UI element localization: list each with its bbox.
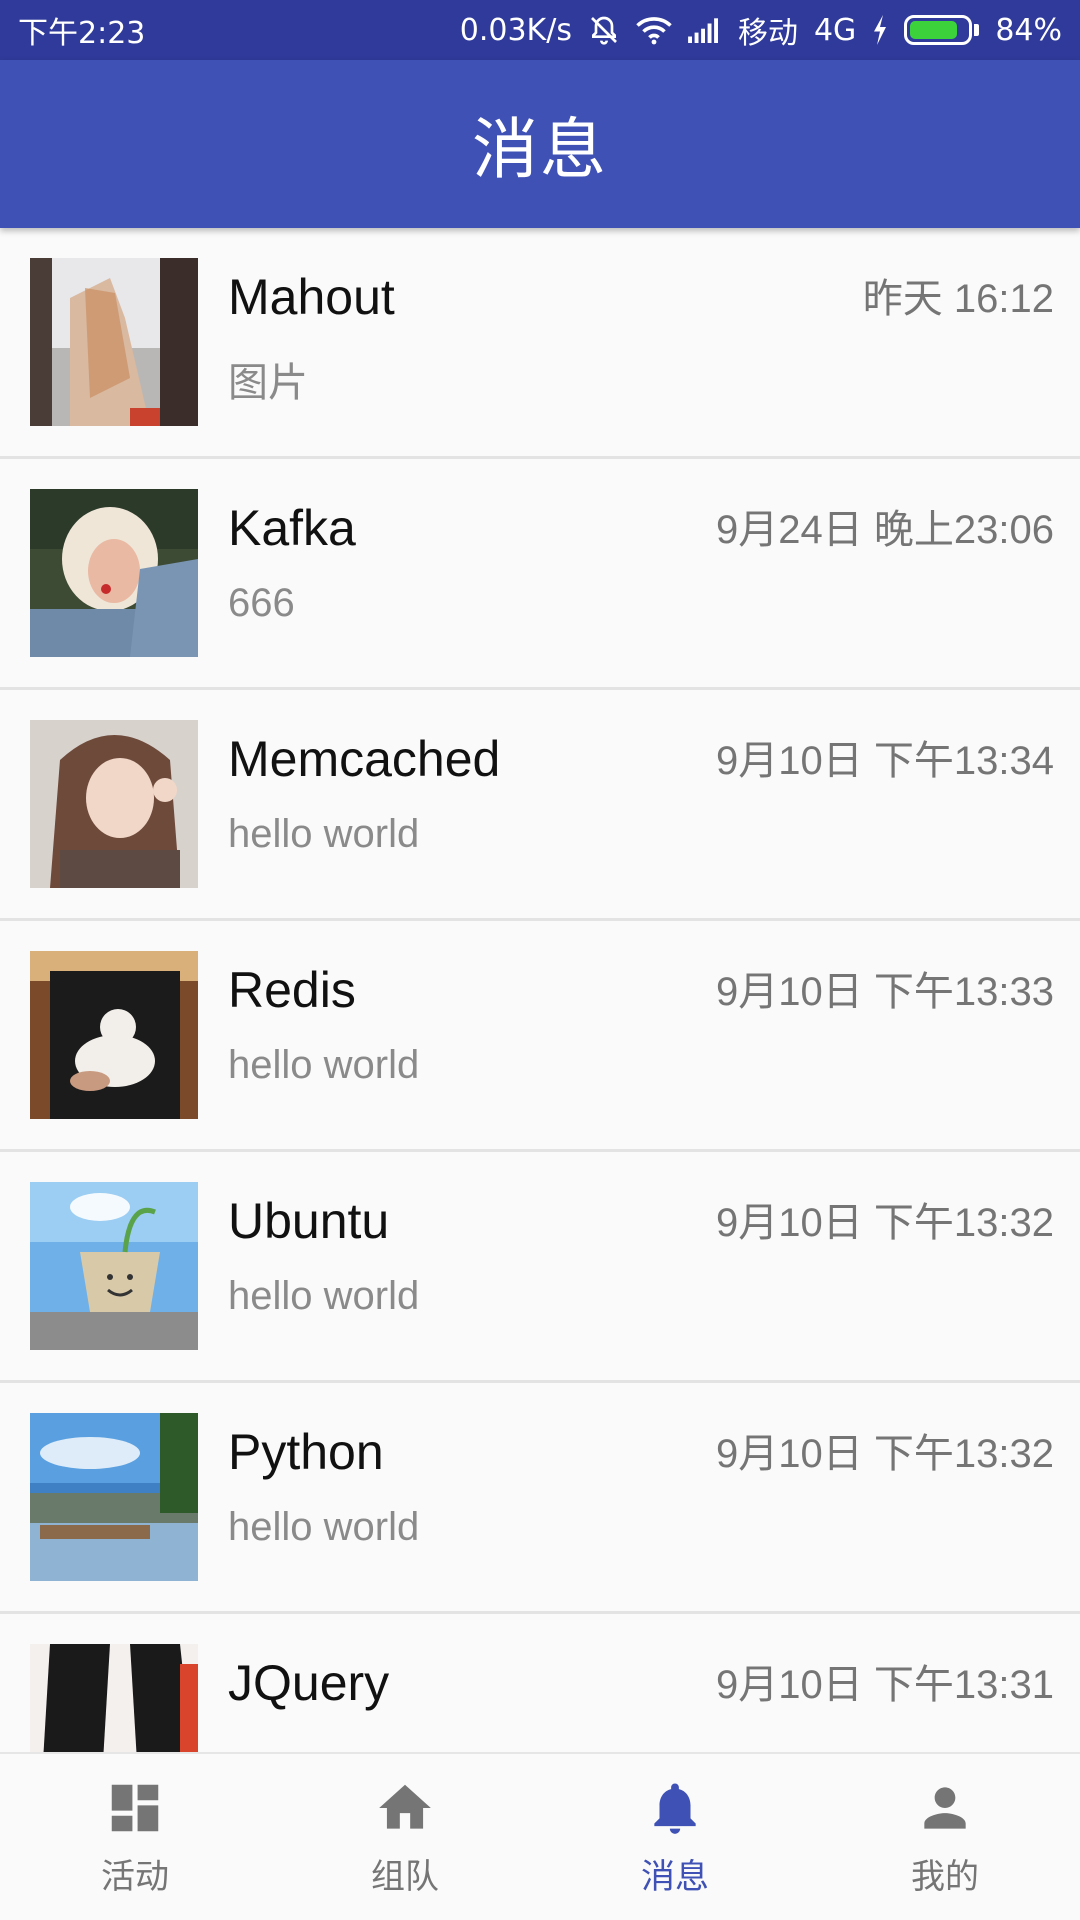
avatar xyxy=(30,951,198,1119)
avatar xyxy=(30,720,198,888)
wifi-icon xyxy=(636,15,672,45)
status-bar: 下午2:23 0.03K/s 移动 4G 84% xyxy=(0,0,1080,60)
contact-name: Mahout xyxy=(228,269,395,325)
avatar xyxy=(30,489,198,657)
charging-icon xyxy=(872,15,888,45)
nav-item-messages[interactable]: 消息 xyxy=(540,1754,810,1920)
nav-label: 我的 xyxy=(911,1856,979,1897)
message-preview: 666 xyxy=(228,581,295,625)
avatar xyxy=(30,1182,198,1350)
message-preview: hello world xyxy=(228,1505,420,1549)
message-item[interactable]: Ubuntu hello world 9月10日 下午13:32 xyxy=(0,1152,1080,1383)
message-time: 9月10日 下午13:32 xyxy=(716,1201,1054,1245)
message-item[interactable]: Mahout 图片 昨天 16:12 xyxy=(0,228,1080,459)
message-item[interactable]: Redis hello world 9月10日 下午13:33 xyxy=(0,921,1080,1152)
alarm-off-icon xyxy=(588,14,620,46)
nav-item-me[interactable]: 我的 xyxy=(810,1754,1080,1920)
app-bar: 消息 xyxy=(0,60,1080,228)
message-time: 9月10日 下午13:33 xyxy=(716,970,1054,1014)
message-preview: hello world xyxy=(228,812,420,856)
dashboard-icon xyxy=(111,1784,159,1831)
contact-name: Redis xyxy=(228,962,356,1018)
nav-label: 消息 xyxy=(641,1856,709,1897)
contact-name: JQuery xyxy=(228,1655,390,1711)
message-item[interactable]: Kafka 666 9月24日 晚上23:06 xyxy=(0,459,1080,690)
carrier-label: 移动 xyxy=(737,16,798,51)
message-item[interactable]: Python hello world 9月10日 下午13:32 xyxy=(0,1383,1080,1614)
message-time: 9月10日 下午13:34 xyxy=(716,739,1054,783)
contact-name: Memcached xyxy=(228,731,501,787)
person-icon xyxy=(924,1786,966,1829)
message-preview: 图片 xyxy=(228,361,308,405)
message-time: 9月24日 晚上23:06 xyxy=(716,508,1054,552)
page-title: 消息 xyxy=(472,111,608,188)
avatar xyxy=(30,1413,198,1581)
message-item[interactable]: JQuery 9月10日 下午13:31 xyxy=(0,1614,1080,1752)
net-speed: 0.03K/s xyxy=(459,12,572,48)
message-preview: hello world xyxy=(228,1274,420,1318)
contact-name: Ubuntu xyxy=(228,1193,390,1249)
app-root: 下午2:23 0.03K/s 移动 4G 84% 消息 Mahout 图片 昨天… xyxy=(0,0,1080,1920)
home-icon xyxy=(379,1784,431,1829)
avatar xyxy=(30,1644,198,1752)
battery-percent: 84% xyxy=(995,12,1062,48)
status-time: 下午2:23 xyxy=(18,16,146,51)
message-time: 昨天 16:12 xyxy=(862,277,1054,321)
signal-icon xyxy=(688,17,722,43)
nav-label: 组队 xyxy=(371,1856,439,1897)
bell-icon xyxy=(654,1782,696,1834)
avatar xyxy=(30,258,198,426)
message-list[interactable]: Mahout 图片 昨天 16:12 Kafka 666 9月24日 晚上23:… xyxy=(0,228,1080,1752)
message-time: 9月10日 下午13:32 xyxy=(716,1432,1054,1476)
contact-name: Python xyxy=(228,1424,384,1480)
network-type: 4G xyxy=(813,12,857,48)
status-right: 0.03K/s 移动 4G 84% xyxy=(460,8,1062,52)
nav-item-activity[interactable]: 活动 xyxy=(0,1754,270,1920)
message-preview: hello world xyxy=(228,1043,420,1087)
nav-label: 活动 xyxy=(101,1856,169,1897)
bottom-nav: 活动 组队 消息 我的 xyxy=(0,1752,1080,1920)
nav-item-team[interactable]: 组队 xyxy=(270,1754,540,1920)
battery-icon xyxy=(904,15,980,45)
message-time: 9月10日 下午13:31 xyxy=(716,1663,1054,1707)
contact-name: Kafka xyxy=(228,500,356,556)
message-item[interactable]: Memcached hello world 9月10日 下午13:34 xyxy=(0,690,1080,921)
